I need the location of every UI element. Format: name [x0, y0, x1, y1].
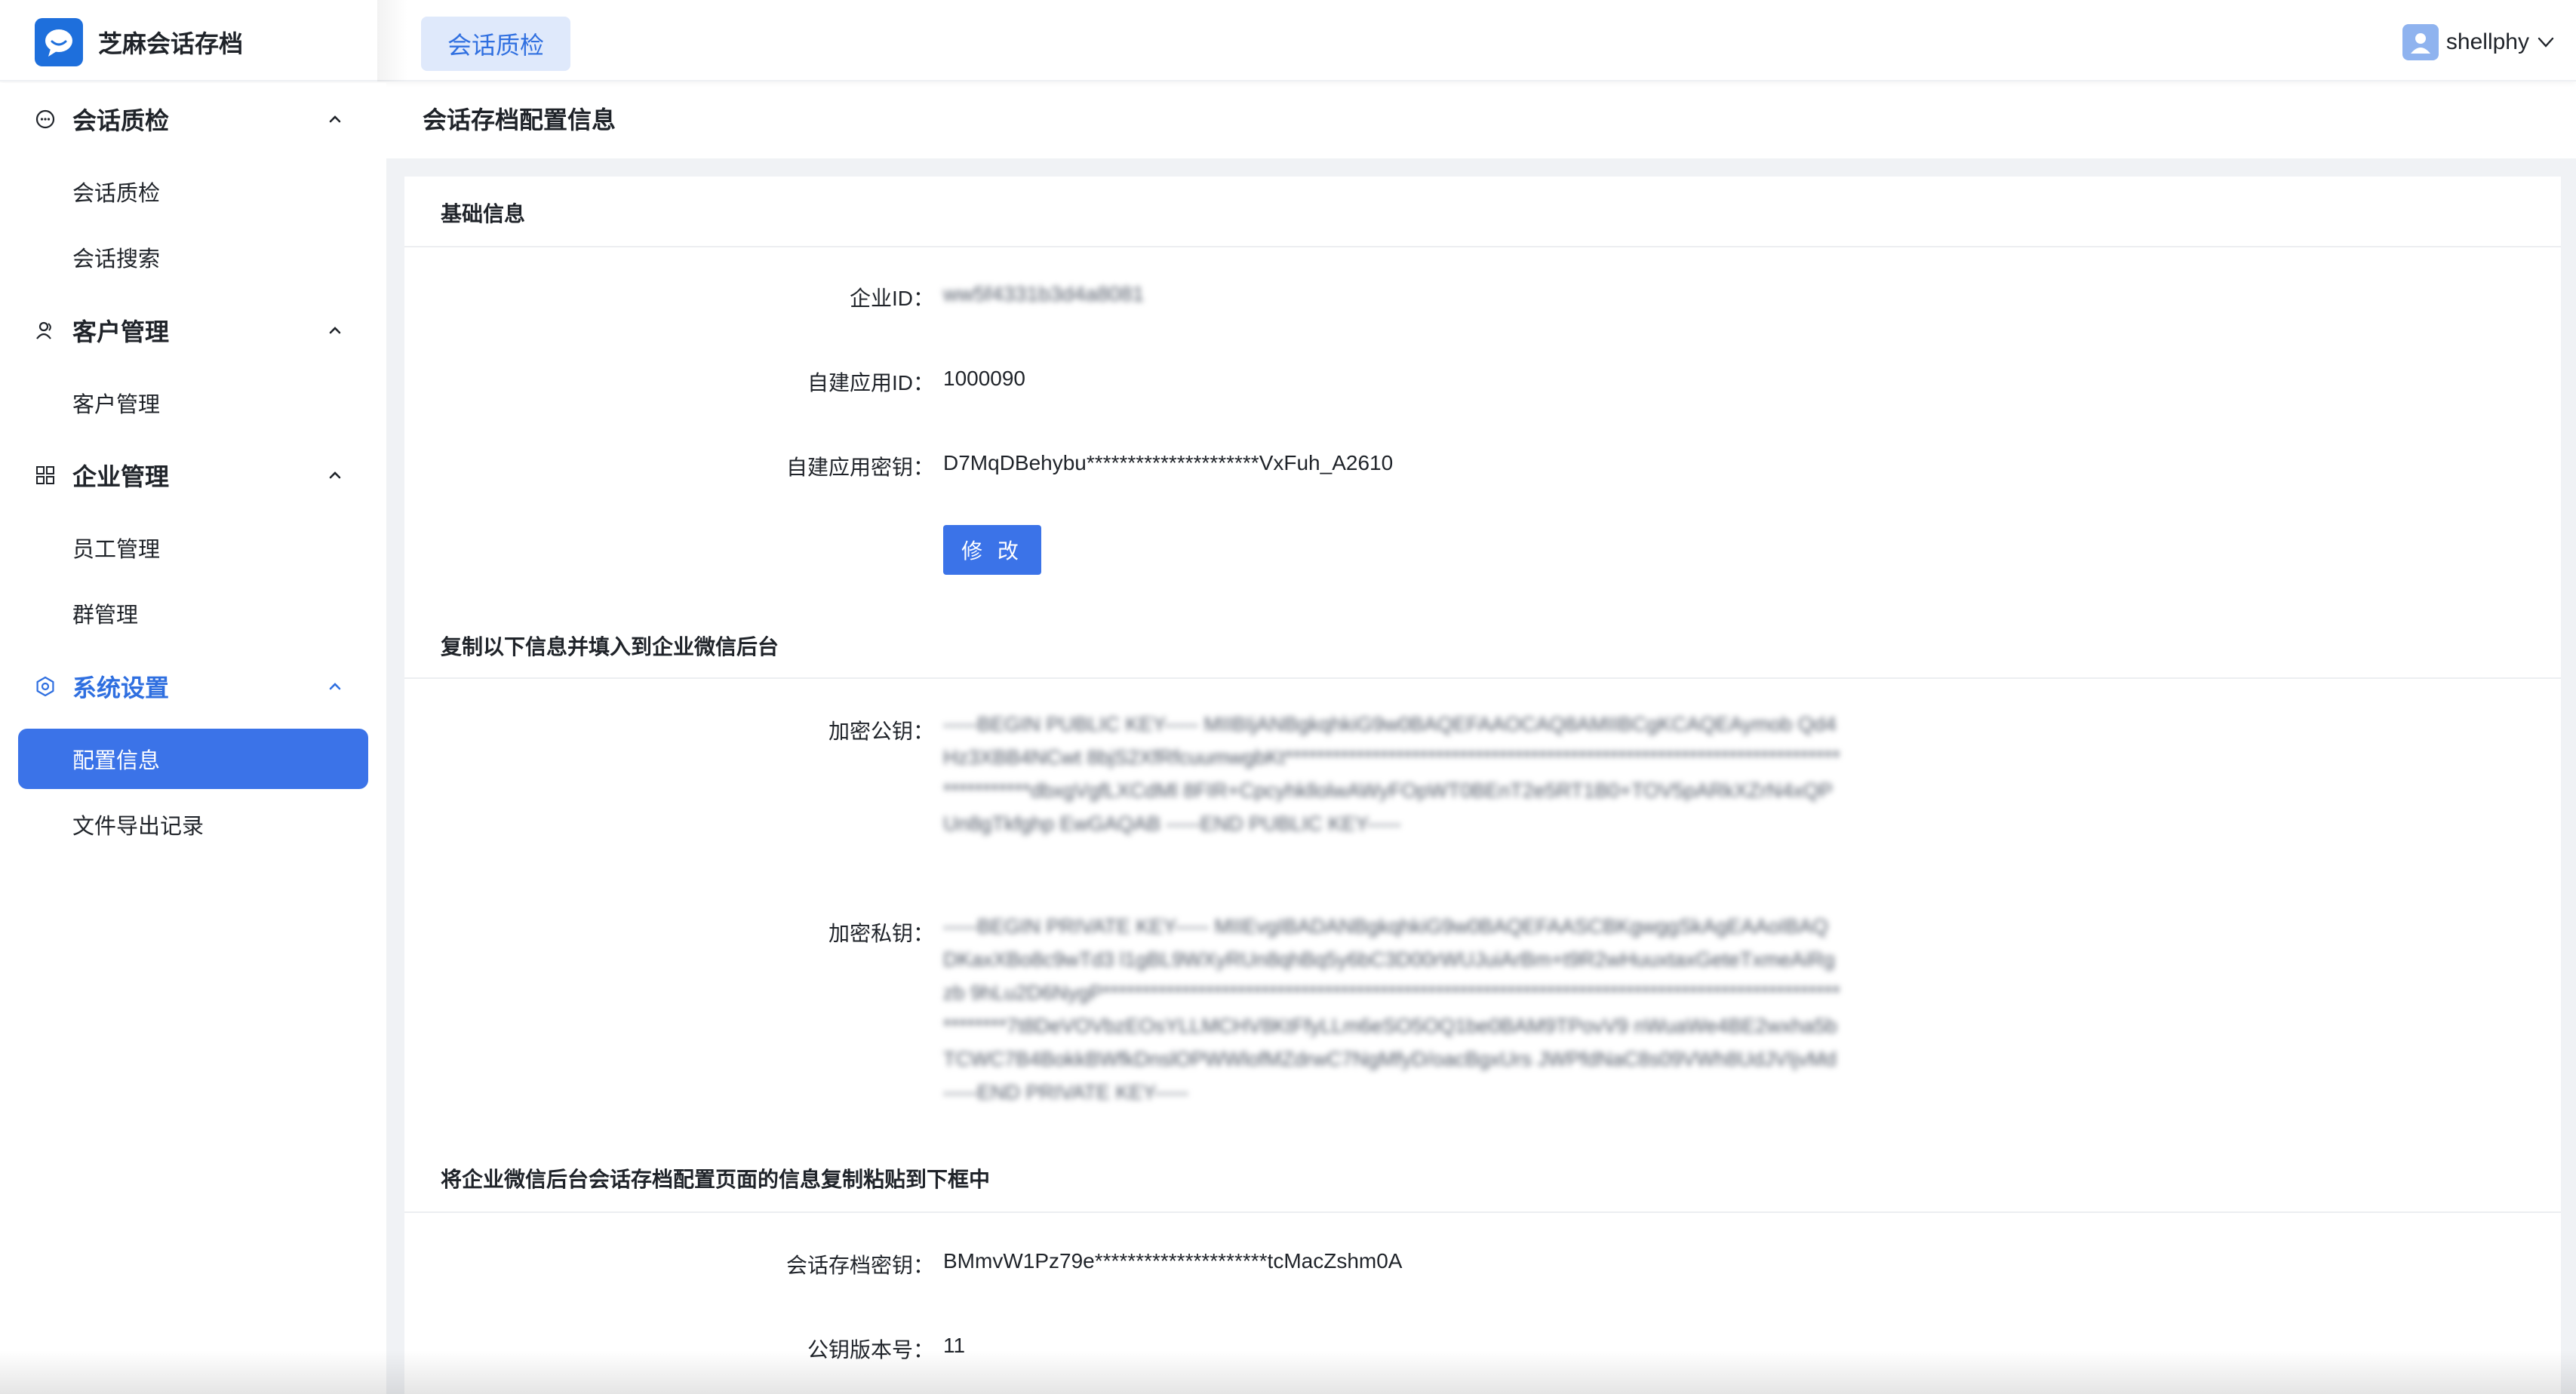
avatar — [2402, 24, 2439, 60]
public-key-label: 加密公钥： — [828, 720, 934, 743]
window-bottom-shadow — [0, 1350, 2576, 1394]
sidebar-group-enterprise[interactable]: 企业管理 — [35, 453, 352, 498]
chevron-up-icon — [326, 466, 344, 484]
gear-icon — [35, 676, 56, 697]
corp-id-label: 企业ID： — [849, 287, 934, 310]
divider — [404, 677, 2561, 679]
sidebar-group-title: 企业管理 — [72, 463, 170, 490]
brand[interactable]: 芝麻会话存档 — [35, 18, 243, 66]
sidebar-group-title: 客户管理 — [72, 318, 170, 345]
chevron-up-icon — [326, 110, 344, 128]
app-id-value: 1000090 — [943, 367, 1026, 390]
sidebar-group-session-qa[interactable]: 会话质检 — [35, 97, 352, 142]
divider — [404, 246, 2561, 247]
header-divider — [377, 0, 407, 81]
chevron-down-icon — [2537, 33, 2555, 51]
sidebar-item-session-qa[interactable]: 会话质检 — [18, 161, 368, 222]
app-window: 芝麻会话存档 会话质检 shellphy 会话质检 会话质检 会话搜索 客户管理… — [0, 0, 2576, 1394]
sidebar-item-groups[interactable]: 群管理 — [18, 583, 368, 643]
sidebar-item-customers[interactable]: 客户管理 — [18, 373, 368, 433]
divider — [404, 1211, 2561, 1213]
section-title-paste: 将企业微信后台会话存档配置页面的信息复制粘贴到下框中 — [441, 1168, 991, 1191]
sidebar-group-customers[interactable]: 客户管理 — [35, 308, 352, 353]
section-title-basic: 基础信息 — [441, 202, 526, 226]
page-title: 会话存档配置信息 — [423, 106, 616, 134]
app-name: 芝麻会话存档 — [98, 30, 244, 57]
private-key-value: -----BEGIN PRIVATE KEY----- MIIEvgIBADAN… — [943, 915, 1840, 1104]
user-name: shellphy — [2445, 29, 2529, 54]
user-icon — [35, 320, 56, 341]
sidebar-item-employees[interactable]: 员工管理 — [18, 517, 368, 578]
sidebar-group-title: 系统设置 — [72, 674, 170, 702]
edit-button[interactable]: 修 改 — [943, 525, 1041, 575]
sidebar-group-settings[interactable]: 系统设置 — [35, 664, 352, 709]
sidebar-group-title: 会话质检 — [72, 107, 170, 134]
sidebar-item-session-search[interactable]: 会话搜索 — [18, 227, 368, 287]
chat-icon — [35, 109, 56, 130]
corp-id-value: ww5f4331b3d4a8081 — [943, 282, 1145, 306]
app-secret-label: 自建应用密钥： — [785, 456, 934, 479]
chevron-up-icon — [326, 677, 344, 695]
sidebar-item-export-records[interactable]: 文件导出记录 — [18, 794, 368, 855]
private-key-label: 加密私钥： — [828, 922, 934, 945]
sidebar-item-config[interactable]: 配置信息 — [18, 729, 368, 789]
top-header: 芝麻会话存档 会话质检 shellphy — [0, 0, 2576, 81]
user-menu[interactable]: shellphy — [2402, 24, 2555, 60]
archive-secret-label: 会话存档密钥： — [785, 1254, 934, 1277]
chat-bubble-icon — [35, 18, 83, 66]
app-id-label: 自建应用ID： — [807, 371, 934, 395]
grid-icon — [35, 465, 56, 486]
app-secret-value: D7MqDBehybu*********************VxFuh_A2… — [943, 451, 1394, 474]
public-key-value: -----BEGIN PUBLIC KEY----- MIIBIjANBgkqh… — [943, 713, 1840, 835]
archive-secret-value: BMmvW1Pz79e*********************tcMacZsh… — [943, 1249, 1403, 1273]
tab-session-qa[interactable]: 会话质检 — [421, 17, 570, 71]
section-title-copy: 复制以下信息并填入到企业微信后台 — [441, 635, 779, 659]
chevron-up-icon — [326, 321, 344, 339]
